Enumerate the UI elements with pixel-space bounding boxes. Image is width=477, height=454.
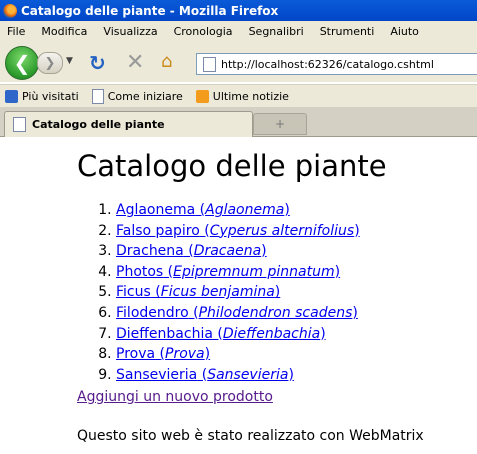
menu-visualizza[interactable]: Visualizza <box>103 25 157 38</box>
add-product-link[interactable]: Aggiungi un nuovo prodotto <box>77 389 273 405</box>
back-button[interactable]: ❮ <box>5 46 39 80</box>
footer-text: Questo sito web è stato realizzato con W… <box>77 428 424 444</box>
page-content: Catalogo delle piante Aglaonema (Aglaone… <box>0 137 477 454</box>
home-icon[interactable]: ⌂ <box>161 51 172 72</box>
page-icon <box>13 117 26 132</box>
plant-link[interactable]: Prova (Prova) <box>116 346 210 362</box>
plant-link[interactable]: Drachena (Dracaena) <box>116 243 267 259</box>
tab-catalogo[interactable]: Catalogo delle piante <box>4 111 253 137</box>
title-bar: Catalogo delle piante - Mozilla Firefox <box>0 0 477 21</box>
menu-segnalibri[interactable]: Segnalibri <box>249 25 304 38</box>
plant-link[interactable]: Falso papiro (Cyperus alternifolius) <box>116 223 360 239</box>
address-bar[interactable] <box>196 53 477 75</box>
plant-link[interactable]: Aglaonema (Aglaonema) <box>116 202 290 218</box>
list-item: Ficus (Ficus benjamina) <box>116 282 360 303</box>
menu-modifica[interactable]: Modifica <box>41 25 87 38</box>
list-item: Falso papiro (Cyperus alternifolius) <box>116 221 360 242</box>
firefox-logo-icon <box>3 3 17 18</box>
stop-icon[interactable]: ✕ <box>126 50 144 75</box>
bookmark-piu-visitati[interactable]: Più visitati <box>5 90 79 103</box>
forward-button[interactable]: ❯ <box>37 52 63 74</box>
page-icon <box>203 56 216 72</box>
list-item: Sansevieria (Sansevieria) <box>116 365 360 386</box>
back-arrow-icon: ❮ <box>13 51 31 75</box>
rss-feed-icon <box>195 90 209 103</box>
bookmark-label: Come iniziare <box>107 90 183 103</box>
bookmark-come-iniziare[interactable]: Come iniziare <box>91 89 183 104</box>
menu-strumenti[interactable]: Strumenti <box>320 25 375 38</box>
bookmarks-toolbar: Più visitati Come iniziare Ultime notizi… <box>0 84 477 108</box>
bookmark-label: Ultime notizie <box>212 90 289 103</box>
menu-file[interactable]: File <box>7 25 25 38</box>
url-input[interactable] <box>221 57 461 71</box>
plant-link[interactable]: Sansevieria (Sansevieria) <box>116 367 294 383</box>
plant-link[interactable]: Ficus (Ficus benjamina) <box>116 284 280 300</box>
reload-icon[interactable]: ↻ <box>89 51 106 75</box>
list-item: Photos (Epipremnum pinnatum) <box>116 262 360 283</box>
window-title: Catalogo delle piante - Mozilla Firefox <box>21 3 279 18</box>
list-item: Prova (Prova) <box>116 344 360 365</box>
plant-list: Aglaonema (Aglaonema) Falso papiro (Cype… <box>77 200 360 385</box>
menu-cronologia[interactable]: Cronologia <box>174 25 233 38</box>
new-tab-button[interactable]: + <box>253 113 307 135</box>
list-item: Drachena (Dracaena) <box>116 241 360 262</box>
most-visited-icon <box>5 90 18 103</box>
list-item: Aglaonema (Aglaonema) <box>116 200 360 221</box>
list-item: Dieffenbachia (Dieffenbachia) <box>116 324 360 345</box>
tab-title: Catalogo delle piante <box>32 118 165 131</box>
plant-link[interactable]: Dieffenbachia (Dieffenbachia) <box>116 326 326 342</box>
plant-link[interactable]: Photos (Epipremnum pinnatum) <box>116 264 340 280</box>
bookmark-label: Più visitati <box>22 90 79 103</box>
plant-link[interactable]: Filodendro (Philodendron scadens) <box>116 305 358 321</box>
forward-arrow-icon: ❯ <box>44 55 56 71</box>
page-icon <box>91 89 104 104</box>
bookmark-ultime-notizie[interactable]: Ultime notizie <box>195 90 289 103</box>
history-dropdown-icon[interactable]: ▼ <box>66 56 73 66</box>
menu-aiuto[interactable]: Aiuto <box>390 25 419 38</box>
navigation-toolbar: ❮ ❯ ▼ ↻ ✕ ⌂ <box>0 42 477 82</box>
list-item: Filodendro (Philodendron scadens) <box>116 303 360 324</box>
page-title: Catalogo delle piante <box>77 149 387 183</box>
tab-bar: Catalogo delle piante + <box>0 107 477 137</box>
menu-bar: File Modifica Visualizza Cronologia Segn… <box>0 21 477 42</box>
